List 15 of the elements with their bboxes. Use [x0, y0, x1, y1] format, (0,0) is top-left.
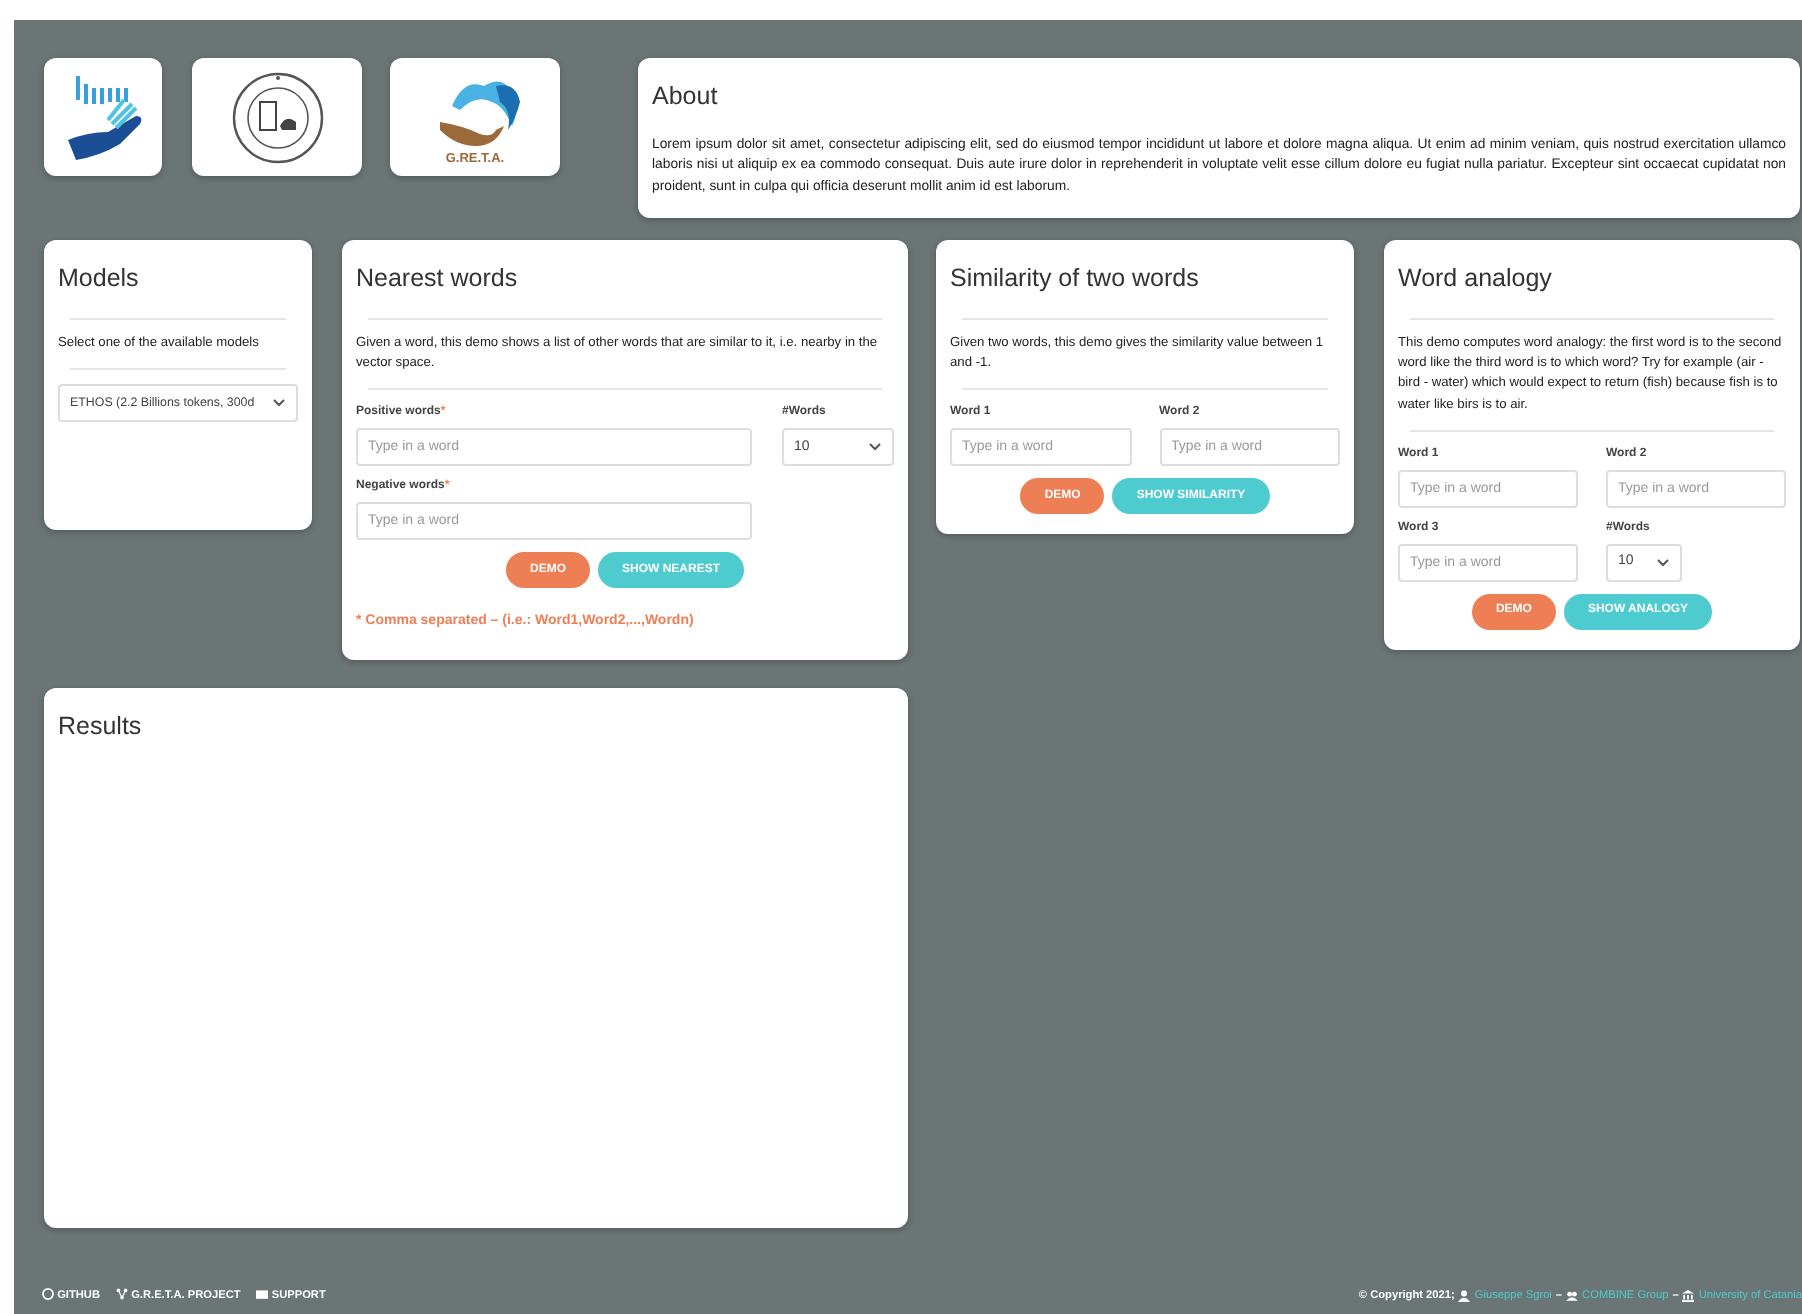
card-title: Nearest words: [356, 264, 520, 294]
card-title: Word analogy: [1398, 264, 1554, 294]
seal-logo-drawing: [229, 69, 325, 165]
caret-icon: [868, 442, 882, 453]
caret-icon: [1656, 557, 1670, 568]
group-icon: [1566, 1289, 1579, 1302]
network-icon: [116, 1287, 129, 1300]
card-title: Results: [58, 712, 144, 743]
user-icon: [1458, 1289, 1471, 1302]
caret-icon: [272, 398, 286, 409]
mail-icon: [256, 1287, 269, 1300]
about-title: About: [652, 82, 720, 112]
card-title: Models: [58, 264, 141, 294]
card-title: Similarity of two words: [950, 264, 1201, 294]
building-icon: [1682, 1289, 1695, 1302]
